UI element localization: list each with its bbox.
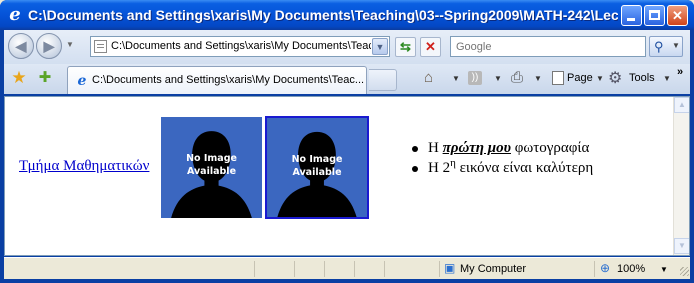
department-link[interactable]: Τμήμα Μαθηματικών xyxy=(19,158,149,175)
page-content: Τμήμα Μαθηματικών No Image Available No … xyxy=(4,96,690,256)
resize-grip[interactable] xyxy=(680,267,689,276)
zoom-level[interactable]: 100% xyxy=(617,263,645,275)
ie-icon: e xyxy=(9,4,21,25)
tab-label: C:\Documents and Settings\xaris\My Docum… xyxy=(92,74,364,86)
status-divider xyxy=(594,261,595,277)
photo-2[interactable]: No Image Available xyxy=(265,116,369,219)
zoom-icon: ⊕ xyxy=(600,261,611,275)
feeds-dropdown[interactable]: ▼ xyxy=(494,74,502,83)
minimize-icon xyxy=(627,18,635,21)
address-dropdown-button[interactable]: ▼ xyxy=(372,38,388,55)
forward-arrow-icon: ▶ xyxy=(43,38,55,54)
maximize-icon xyxy=(649,10,660,20)
close-icon: ✕ xyxy=(672,8,683,23)
address-input[interactable]: C:\Documents and Settings\xaris\My Docum… xyxy=(111,40,371,52)
address-bar[interactable]: C:\Documents and Settings\xaris\My Docum… xyxy=(90,36,390,57)
status-divider xyxy=(294,261,295,277)
magnifier-icon: ⚲ xyxy=(654,39,664,54)
title-bar[interactable]: e C:\Documents and Settings\xaris\My Doc… xyxy=(0,0,694,30)
tools-dropdown[interactable]: ▼ xyxy=(663,74,671,83)
favorites-star-icon[interactable]: ★ xyxy=(9,68,29,88)
list-item: Η 2η εικόνα είναι καλύτερη xyxy=(410,158,689,178)
tab-command-bar: ★ ✚ e C:\Documents and Settings\xaris\My… xyxy=(4,64,690,94)
stop-button[interactable]: ✕ xyxy=(420,37,441,57)
toolbar-overflow-button[interactable]: » xyxy=(677,66,683,78)
vertical-scrollbar[interactable]: ▲ ▼ xyxy=(673,97,689,255)
scroll-down-button[interactable]: ▼ xyxy=(674,238,689,254)
add-favorites-icon[interactable]: ✚ xyxy=(35,68,55,88)
rss-feed-icon[interactable]: )) xyxy=(468,71,482,85)
forward-button[interactable]: ▶ xyxy=(36,33,62,59)
no-image-label: No Image Available xyxy=(291,154,343,178)
no-image-label: No Image Available xyxy=(186,153,237,177)
computer-zone-icon: ▣ xyxy=(444,261,456,275)
home-dropdown[interactable]: ▼ xyxy=(452,74,460,83)
description-list: Η πρώτη μου φωτογραφία Η 2η εικόνα είναι… xyxy=(410,138,689,178)
refresh-icon: ⇆ xyxy=(400,39,411,54)
stop-icon: ✕ xyxy=(425,39,436,54)
refresh-button[interactable]: ⇆ xyxy=(395,37,416,57)
content-row: Τμήμα Μαθηματικών No Image Available No … xyxy=(15,113,615,221)
status-divider xyxy=(439,261,440,277)
photo-1[interactable]: No Image Available xyxy=(161,117,262,218)
search-box[interactable] xyxy=(450,36,646,57)
list-item: Η πρώτη μου φωτογραφία xyxy=(410,138,689,158)
search-options-dropdown[interactable]: ▼ xyxy=(672,41,680,50)
gear-icon: ⚙ xyxy=(608,70,623,87)
page-icon xyxy=(552,71,564,85)
page-dropdown[interactable]: ▼ xyxy=(596,74,604,83)
window-title: C:\Documents and Settings\xaris\My Docum… xyxy=(28,7,618,23)
scroll-up-button[interactable]: ▲ xyxy=(674,97,689,113)
print-dropdown[interactable]: ▼ xyxy=(534,74,542,83)
browser-window: e C:\Documents and Settings\xaris\My Doc… xyxy=(0,0,694,283)
address-toolbar: ◀ ▶ ▼ C:\Documents and Settings\xaris\My… xyxy=(4,30,690,64)
security-zone[interactable]: My Computer xyxy=(460,263,526,275)
status-bar: ▣ My Computer ⊕ 100% ▼ xyxy=(4,257,690,279)
zoom-dropdown[interactable]: ▼ xyxy=(660,265,668,274)
home-icon[interactable]: ⌂ xyxy=(424,69,433,86)
status-divider xyxy=(384,261,385,277)
ie-icon: e xyxy=(77,73,87,89)
tab-current[interactable]: e C:\Documents and Settings\xaris\My Doc… xyxy=(67,66,367,94)
status-divider xyxy=(254,261,255,277)
close-button[interactable]: ✕ xyxy=(667,5,688,26)
search-input[interactable] xyxy=(451,37,645,56)
new-tab-button[interactable] xyxy=(369,69,397,91)
page-menu[interactable]: Page xyxy=(567,72,593,84)
search-button[interactable]: ⚲ ▼ xyxy=(649,36,683,57)
print-icon[interactable]: ⎙ xyxy=(511,69,523,86)
tools-menu[interactable]: Tools xyxy=(629,72,655,84)
page-icon xyxy=(94,40,107,53)
status-divider xyxy=(324,261,325,277)
maximize-button[interactable] xyxy=(644,5,665,26)
back-button[interactable]: ◀ xyxy=(8,33,34,59)
minimize-button[interactable] xyxy=(621,5,642,26)
recent-pages-dropdown[interactable]: ▼ xyxy=(66,40,74,49)
back-arrow-icon: ◀ xyxy=(15,38,27,54)
status-divider xyxy=(354,261,355,277)
